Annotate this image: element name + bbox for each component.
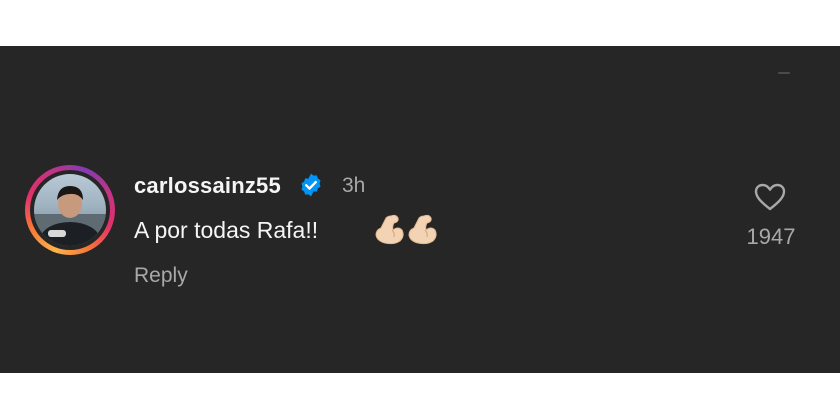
like-count: 1947 bbox=[746, 224, 796, 249]
verified-badge-icon bbox=[301, 173, 321, 197]
comment-text: A por todas Rafa!! bbox=[134, 217, 319, 243]
flexed-biceps-emoji-icon bbox=[375, 214, 404, 245]
scroll-indicator bbox=[778, 72, 790, 74]
reply-button[interactable]: Reply bbox=[134, 264, 188, 288]
heart-icon[interactable] bbox=[753, 182, 787, 212]
avatar-story-ring[interactable] bbox=[25, 165, 115, 255]
flexed-biceps-emoji-icon bbox=[408, 214, 437, 245]
username[interactable]: carlossainz55 bbox=[134, 173, 281, 199]
comment-panel: carlossainz55 3h A por todas Rafa!! Repl… bbox=[0, 46, 840, 373]
avatar bbox=[34, 174, 106, 246]
comment-timestamp: 3h bbox=[342, 174, 366, 197]
avatar-photo bbox=[34, 186, 106, 246]
